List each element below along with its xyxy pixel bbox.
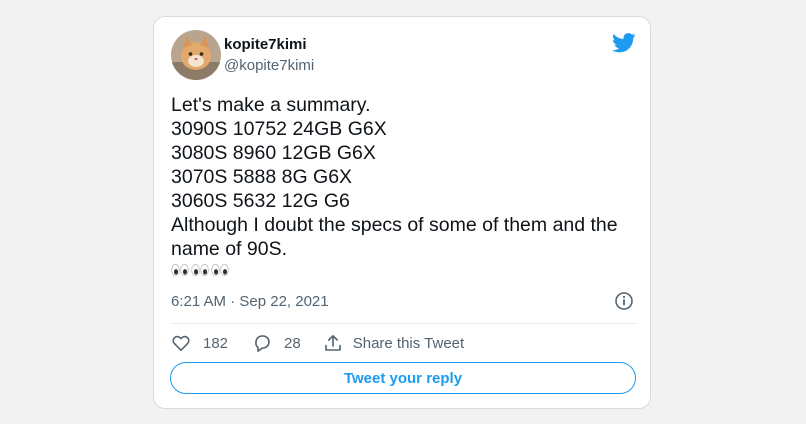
reply-count: 28 bbox=[284, 334, 301, 352]
divider bbox=[171, 323, 637, 324]
share-upload-icon bbox=[323, 333, 343, 353]
twitter-bird-icon[interactable] bbox=[612, 33, 636, 53]
tweet-text-line: 3090S 10752 24GB G6X bbox=[171, 118, 387, 140]
tweet-text: Let's make a summary. 3090S 10752 24GB G… bbox=[171, 93, 641, 261]
author-name[interactable]: kopite7kimi bbox=[224, 36, 307, 53]
tweet-text-line: 3060S 5632 12G G6 bbox=[171, 190, 350, 212]
like-count: 182 bbox=[203, 334, 229, 352]
like-button[interactable]: 182 bbox=[171, 333, 228, 353]
eyes-emoji-icon bbox=[191, 263, 209, 277]
tweet-card: kopite7kimi @kopite7kimi Let's make a su… bbox=[153, 16, 651, 409]
author-handle[interactable]: @kopite7kimi bbox=[224, 57, 314, 74]
tweet-your-reply-button[interactable]: Tweet your reply bbox=[170, 362, 636, 394]
tweet-text-line: Let's make a summary. bbox=[171, 94, 371, 116]
tweet-text-line: Although I doubt the specs of some of th… bbox=[171, 214, 618, 236]
heart-icon bbox=[171, 333, 191, 353]
tweet-text-line: 3080S 8960 12GB G6X bbox=[171, 142, 376, 164]
tweet-text-line: name of 90S. bbox=[171, 238, 287, 260]
share-button[interactable]: Share this Tweet bbox=[323, 333, 464, 353]
tweet-text-line: 3070S 5888 8G G6X bbox=[171, 166, 353, 188]
info-icon[interactable] bbox=[614, 291, 634, 311]
avatar[interactable] bbox=[171, 30, 221, 80]
page: kopite7kimi @kopite7kimi Let's make a su… bbox=[0, 0, 806, 424]
eyes-emoji-icon bbox=[211, 263, 229, 277]
reply-button[interactable]: 28 bbox=[252, 333, 301, 353]
share-label: Share this Tweet bbox=[352, 334, 465, 352]
tweet-timestamp[interactable]: 6:21 AM · Sep 22, 2021 bbox=[171, 293, 329, 310]
eyes-emoji-icon bbox=[171, 263, 189, 277]
reply-bubble-icon bbox=[252, 333, 272, 353]
emoji-row bbox=[171, 263, 229, 277]
tweet-actions: 182 28 Share this Tweet bbox=[171, 332, 464, 354]
